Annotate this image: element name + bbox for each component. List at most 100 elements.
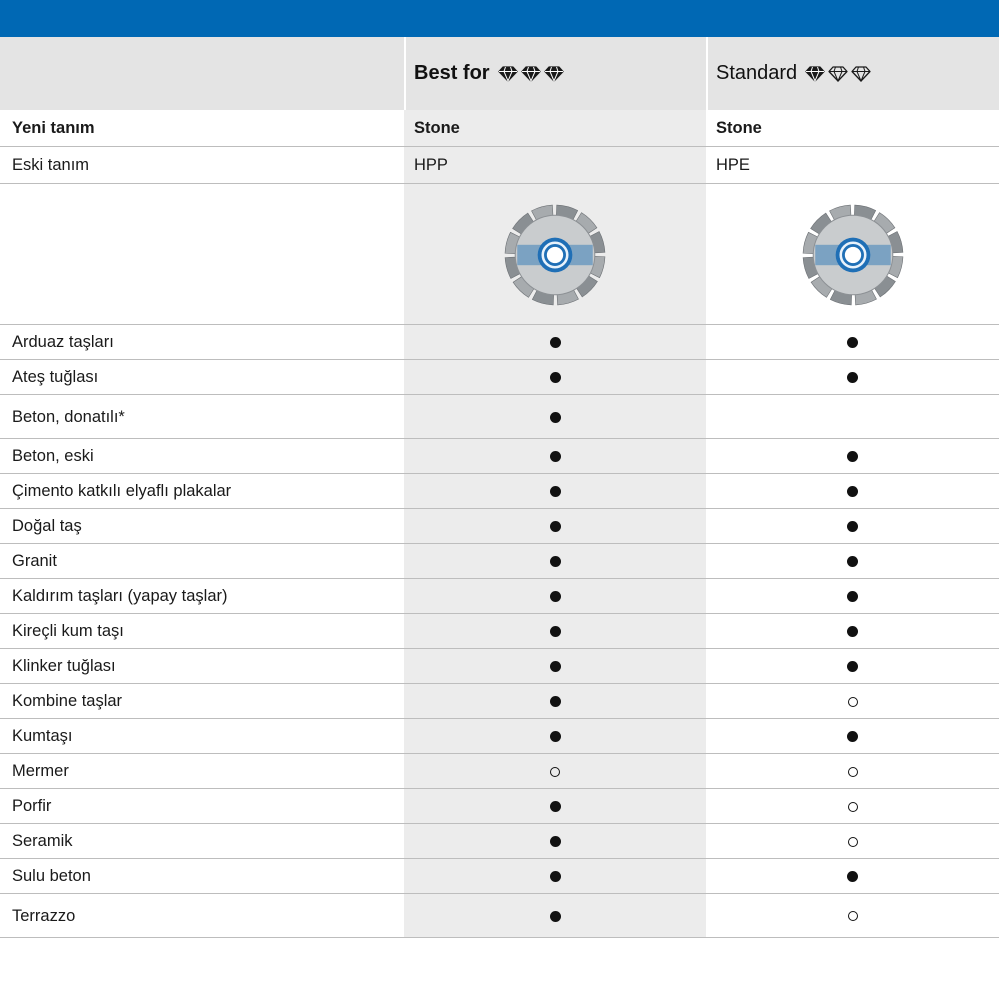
- table-row: Kumtaşı: [0, 719, 999, 754]
- standard-suitability: [706, 859, 999, 894]
- material-name: Kumtaşı: [12, 727, 73, 745]
- suitability-full-icon: [847, 731, 858, 742]
- material-name: Terrazzo: [12, 906, 76, 925]
- info-row-best-for-value: Stone: [414, 119, 460, 137]
- table-row: Granit: [0, 544, 999, 579]
- best-for-suitability: [404, 894, 706, 938]
- suitability-full-icon: [847, 556, 858, 567]
- best-for-suitability: [404, 360, 706, 395]
- best-for-suitability: [404, 684, 706, 719]
- suitability-full-icon: [549, 731, 561, 742]
- standard-suitability: [706, 544, 999, 579]
- material-name: Kaldırım taşları (yapay taşlar): [12, 587, 228, 605]
- info-row-label: Eski tanım: [12, 156, 90, 174]
- best-for-suitability: [404, 789, 706, 824]
- suitability-full-icon: [549, 910, 561, 922]
- table-row: Arduaz taşları: [0, 325, 999, 360]
- material-name: Klinker tuğlası: [12, 657, 116, 675]
- diamond-filled-icon: [497, 65, 518, 82]
- standard-suitability: [706, 649, 999, 684]
- suitability-full-icon: [847, 337, 858, 348]
- table-row: Beton, donatılı*: [0, 395, 999, 439]
- info-row-label: Yeni tanım: [12, 119, 95, 137]
- standard-product-image: [706, 184, 999, 325]
- diamond-cutting-blade-icon: [504, 204, 606, 305]
- suitability-full-icon: [549, 521, 561, 532]
- suitability-full-icon: [549, 411, 561, 423]
- suitability-partial-icon: [847, 696, 858, 707]
- best-for-suitability: [404, 754, 706, 789]
- table-row: Kaldırım taşları (yapay taşlar): [0, 579, 999, 614]
- standard-suitability: [706, 395, 999, 439]
- standard-suitability: [706, 614, 999, 649]
- suitability-full-icon: [847, 626, 858, 637]
- best-for-suitability: [404, 474, 706, 509]
- standard-suitability: [706, 325, 999, 360]
- material-name: Sulu beton: [12, 867, 91, 885]
- suitability-full-icon: [847, 871, 858, 882]
- suitability-full-icon: [847, 451, 858, 462]
- suitability-full-icon: [549, 661, 561, 672]
- info-row-standard-value: HPE: [716, 156, 750, 174]
- header-standard-label: Standard: [716, 62, 798, 84]
- table-row: Ateş tuğlası: [0, 360, 999, 395]
- standard-suitability: [706, 789, 999, 824]
- standard-suitability: [706, 684, 999, 719]
- standard-suitability: [706, 824, 999, 859]
- suitability-full-icon: [549, 337, 561, 348]
- diamond-filled-icon: [543, 65, 564, 82]
- table-header-row: Best for Standard: [0, 37, 999, 110]
- diamond-outline-icon: [851, 65, 871, 82]
- standard-suitability: [706, 894, 999, 938]
- material-name: Kireçli kum taşı: [12, 622, 124, 640]
- product-image-row: [0, 184, 999, 325]
- standard-suitability: [706, 754, 999, 789]
- header-best-for: Best for: [404, 37, 706, 110]
- material-name: Granit: [12, 552, 57, 570]
- suitability-partial-icon: [847, 766, 858, 777]
- best-for-suitability: [404, 325, 706, 360]
- material-name: Arduaz taşları: [12, 333, 114, 351]
- best-for-product-image: [404, 184, 706, 325]
- suitability-full-icon: [549, 451, 561, 462]
- suitability-full-icon: [847, 591, 858, 602]
- best-for-suitability: [404, 395, 706, 439]
- image-row-label-cell: [0, 184, 404, 325]
- material-name: Seramik: [12, 832, 73, 850]
- material-name: Doğal taş: [12, 517, 82, 535]
- suitability-full-icon: [549, 591, 561, 602]
- table-row: Mermer: [0, 754, 999, 789]
- table-row: Doğal taş: [0, 509, 999, 544]
- suitability-full-icon: [549, 372, 561, 383]
- diamond-cutting-blade-icon: [802, 204, 903, 305]
- material-name: Mermer: [12, 762, 69, 780]
- suitability-partial-icon: [847, 836, 858, 847]
- header-best-for-label: Best for: [414, 62, 490, 84]
- suitability-full-icon: [549, 871, 561, 882]
- header-standard: Standard: [706, 37, 999, 110]
- suitability-full-icon: [549, 556, 561, 567]
- best-for-suitability: [404, 614, 706, 649]
- material-name: Kombine taşlar: [12, 692, 123, 710]
- best-for-suitability: [404, 859, 706, 894]
- info-row-standard-value: Stone: [716, 119, 762, 137]
- best-for-suitability: [404, 649, 706, 684]
- best-for-suitability: [404, 439, 706, 474]
- header-empty-cell: [0, 37, 404, 110]
- material-name: Beton, donatılı*: [12, 407, 125, 426]
- info-row: Eski tanım HPP HPE: [0, 147, 999, 184]
- standard-suitability: [706, 439, 999, 474]
- diamond-rating-standard: [805, 65, 871, 82]
- material-name: Porfir: [12, 797, 52, 815]
- table-row: Klinker tuğlası: [0, 649, 999, 684]
- suitability-full-icon: [847, 486, 858, 497]
- material-name: Ateş tuğlası: [12, 368, 99, 386]
- table-row: Çimento katkılı elyaflı plakalar: [0, 474, 999, 509]
- suitability-full-icon: [549, 836, 561, 847]
- info-row-best-for-value: HPP: [414, 156, 448, 174]
- table-row: Sulu beton: [0, 859, 999, 894]
- diamond-rating-best-for: [497, 65, 564, 82]
- diamond-outline-icon: [828, 65, 848, 82]
- table-row: Kombine taşlar: [0, 684, 999, 719]
- standard-suitability: [706, 509, 999, 544]
